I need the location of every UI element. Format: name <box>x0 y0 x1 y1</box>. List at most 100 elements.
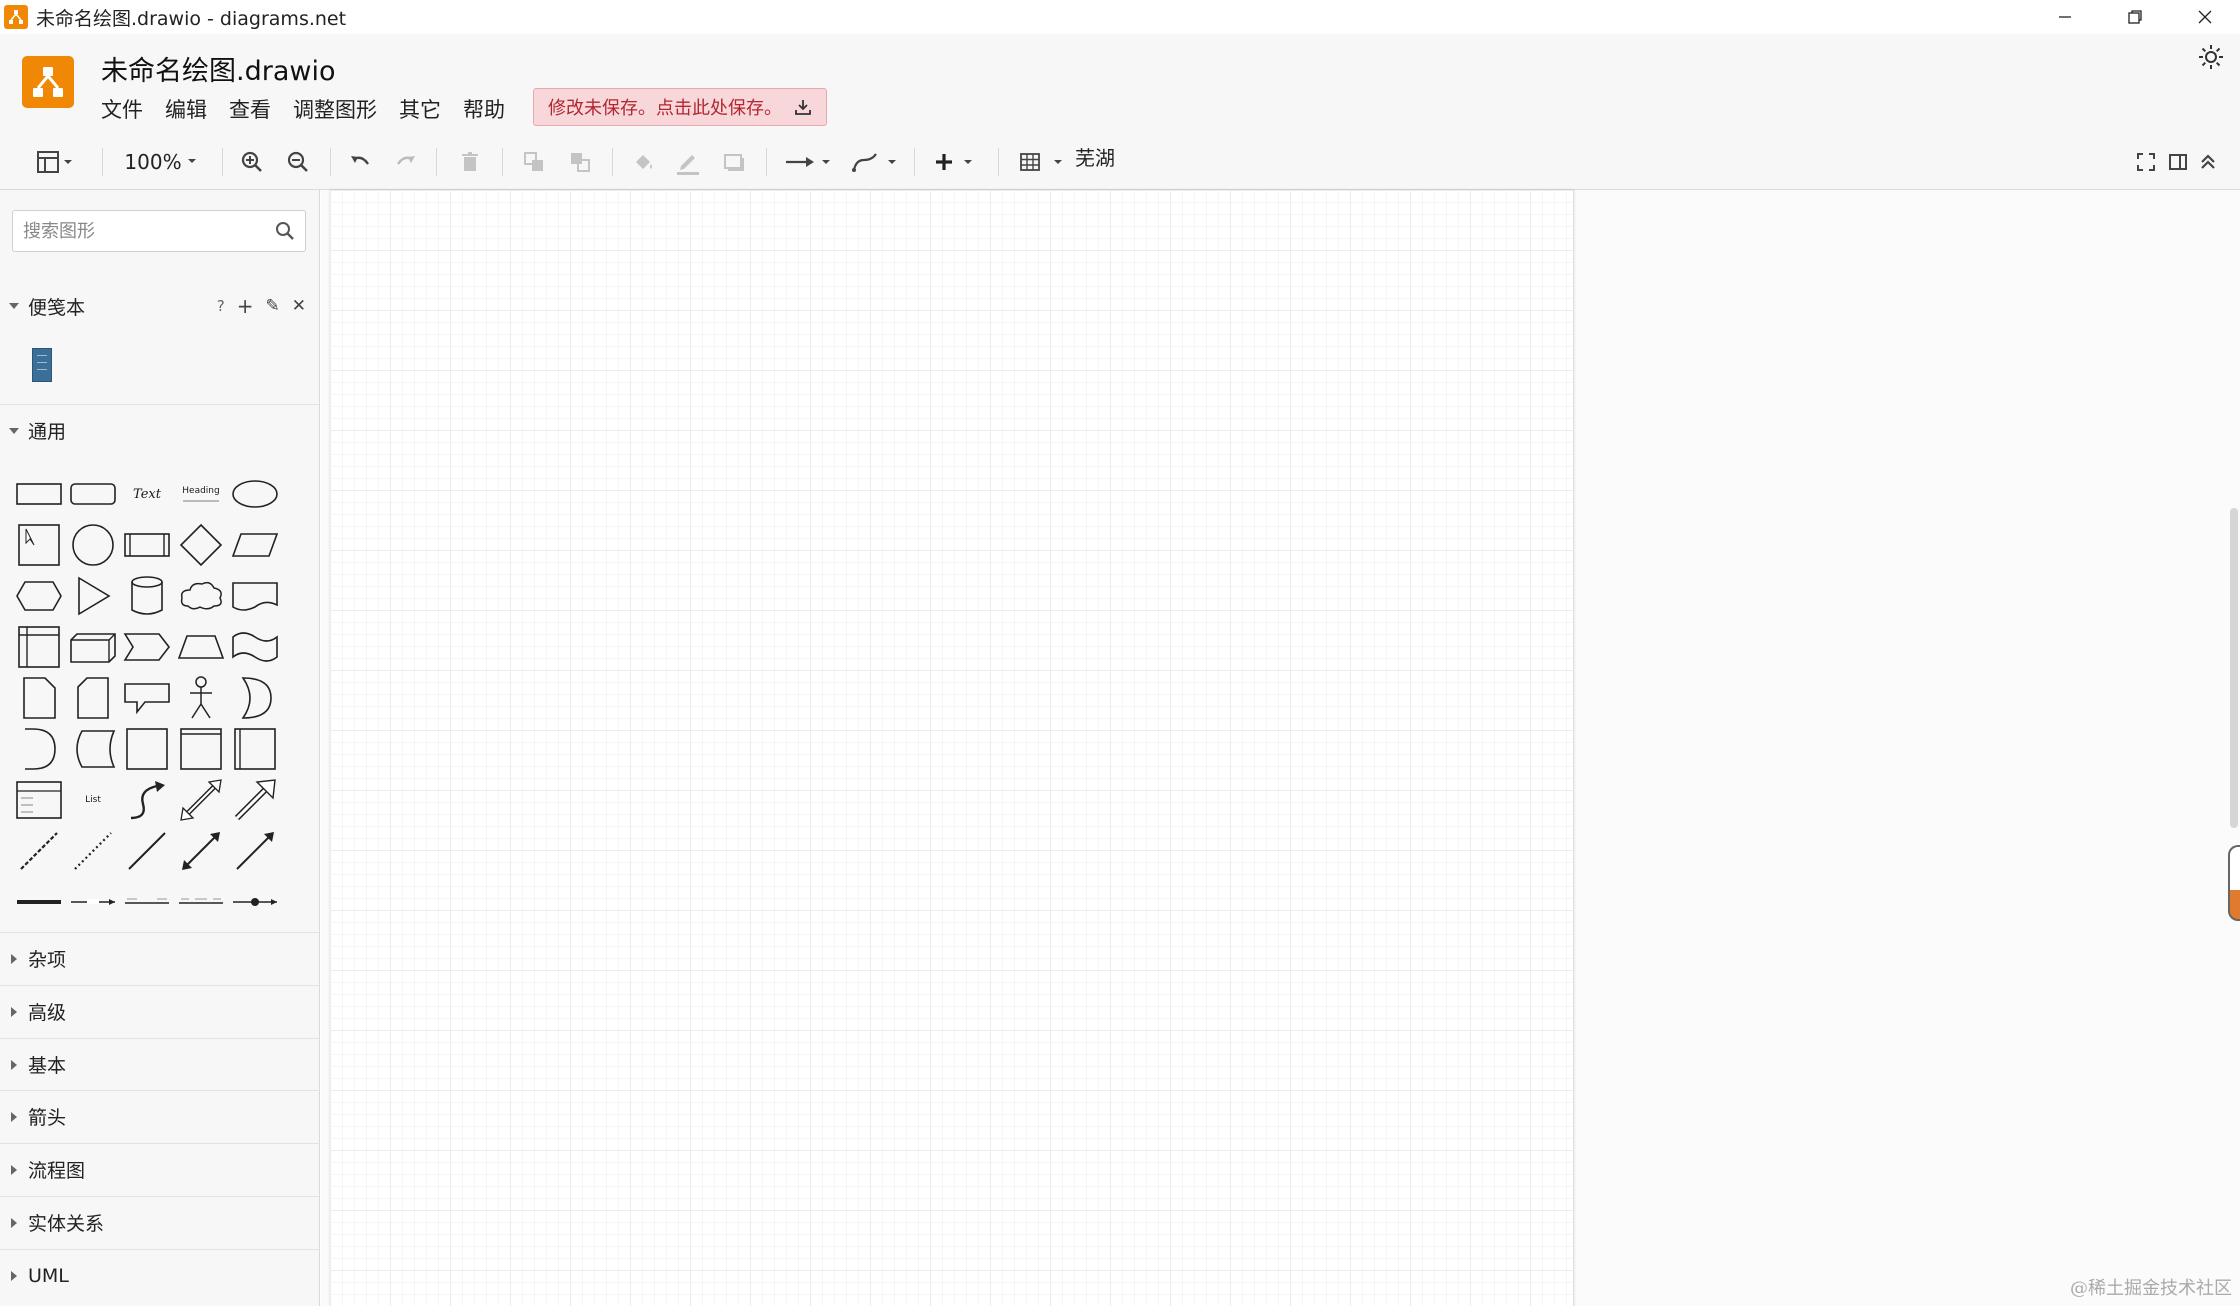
shape-search-box <box>12 210 306 252</box>
connector-with-symbol-shape[interactable] <box>230 878 280 926</box>
trapezoid-shape[interactable] <box>176 623 226 671</box>
document-title[interactable]: 未命名绘图.drawio <box>101 49 335 88</box>
zoom-out-button[interactable] <box>282 144 314 180</box>
ellipse-shape[interactable] <box>230 470 280 518</box>
connector-with-two-labels-shape[interactable] <box>122 878 172 926</box>
collapse-toolbar-button[interactable] <box>2194 144 2222 180</box>
bidirectional-arrow-shape[interactable] <box>176 776 226 824</box>
section-arrows[interactable]: 箭头 <box>0 1090 320 1142</box>
minimize-button[interactable] <box>2030 0 2100 34</box>
step-shape[interactable] <box>122 623 172 671</box>
close-window-button[interactable] <box>2170 0 2240 34</box>
to-back-button[interactable] <box>564 144 596 180</box>
triangle-shape[interactable] <box>68 572 118 620</box>
callout-shape[interactable] <box>122 674 172 722</box>
vertical-container-shape[interactable] <box>230 725 280 773</box>
section-advanced[interactable]: 高级 <box>0 985 320 1037</box>
cylinder-shape[interactable] <box>122 572 172 620</box>
container-shape[interactable] <box>122 725 172 773</box>
text-shape[interactable]: Text <box>122 470 172 518</box>
section-flowchart[interactable]: 流程图 <box>0 1143 320 1195</box>
table-button[interactable] <box>1014 144 1070 180</box>
curve-shape[interactable] <box>122 776 172 824</box>
and-shape[interactable] <box>14 725 64 773</box>
horizontal-container-shape[interactable] <box>176 725 226 773</box>
section-misc[interactable]: 杂项 <box>0 932 320 984</box>
dashed-line-shape[interactable] <box>14 827 64 875</box>
waypoints-button[interactable] <box>848 144 904 180</box>
save-warning-text: 修改未保存。点击此处保存。 <box>548 98 782 119</box>
scratchpad-close-button[interactable]: ✕ <box>292 296 306 316</box>
diagram-page[interactable] <box>330 190 1574 1306</box>
section-entity-relation[interactable]: 实体关系 <box>0 1196 320 1248</box>
zoom-in-button[interactable] <box>236 144 268 180</box>
parallelogram-shape[interactable] <box>230 521 280 569</box>
list-container-shape[interactable] <box>14 776 64 824</box>
arrow-shape[interactable] <box>230 776 280 824</box>
directional-connector-shape[interactable] <box>230 827 280 875</box>
section-basic[interactable]: 基本 <box>0 1038 320 1090</box>
data-storage-shape[interactable] <box>68 725 118 773</box>
view-panels-button[interactable] <box>28 144 84 180</box>
style-label: 芜湖 <box>1075 145 1115 170</box>
scratchpad-help-button[interactable]: ? <box>217 297 225 315</box>
section-uml[interactable]: UML <box>0 1249 320 1301</box>
theme-toggle-button[interactable] <box>2196 42 2226 72</box>
zoom-dropdown[interactable]: 100% <box>118 144 208 180</box>
scratchpad-header[interactable]: 便笺本 ? + ✎ ✕ <box>0 280 320 332</box>
fullscreen-button[interactable] <box>2132 144 2160 180</box>
cube-shape[interactable] <box>68 623 118 671</box>
connector-with-label-shape[interactable] <box>68 878 118 926</box>
restore-button[interactable] <box>2100 0 2170 34</box>
process-shape[interactable] <box>122 521 172 569</box>
line-color-button[interactable] <box>672 144 704 180</box>
scratchpad-edit-button[interactable]: ✎ <box>266 296 280 316</box>
menu-arrange[interactable]: 调整图形 <box>293 92 377 126</box>
line-shape[interactable] <box>122 827 172 875</box>
fullscreen-icon <box>2137 153 2155 171</box>
insert-button[interactable] <box>930 144 986 180</box>
delete-button[interactable] <box>454 144 486 180</box>
circle-shape[interactable] <box>68 521 118 569</box>
menu-extras[interactable]: 其它 <box>399 92 441 126</box>
dotted-line-shape[interactable] <box>68 827 118 875</box>
shape-search-input[interactable] <box>13 211 263 251</box>
bidirectional-connector-shape[interactable] <box>176 827 226 875</box>
vertical-scrollbar[interactable] <box>2230 508 2238 828</box>
fill-color-button[interactable] <box>628 144 660 180</box>
card-shape[interactable] <box>68 674 118 722</box>
note-shape[interactable] <box>14 674 64 722</box>
unsaved-changes-button[interactable]: 修改未保存。点击此处保存。 <box>533 88 827 126</box>
rounded-rectangle-shape[interactable] <box>68 470 118 518</box>
tape-shape[interactable] <box>230 623 280 671</box>
diamond-shape[interactable] <box>176 521 226 569</box>
connector-with-three-labels-shape[interactable] <box>176 878 226 926</box>
style-label-button[interactable]: 芜湖 <box>1070 142 1120 170</box>
scratchpad-add-button[interactable]: + <box>237 294 254 318</box>
heading-shape[interactable]: Heading <box>176 470 226 518</box>
scratchpad-item[interactable] <box>32 348 52 382</box>
list-shape[interactable]: List <box>68 776 118 824</box>
menu-edit[interactable]: 编辑 <box>165 92 207 126</box>
undo-button[interactable] <box>344 144 376 180</box>
document-shape[interactable] <box>230 572 280 620</box>
redo-button[interactable] <box>390 144 422 180</box>
link-shape[interactable] <box>14 878 64 926</box>
rectangle-shape[interactable] <box>14 470 64 518</box>
square-shape[interactable] <box>14 521 64 569</box>
internal-storage-shape[interactable] <box>14 623 64 671</box>
shadow-button[interactable] <box>718 144 750 180</box>
or-shape[interactable] <box>230 674 280 722</box>
connection-style-button[interactable] <box>782 144 838 180</box>
general-section-header[interactable]: 通用 <box>0 404 320 456</box>
cloud-shape[interactable] <box>176 572 226 620</box>
diagram-canvas-area[interactable]: @稀土掘金技术社区 <box>321 190 2240 1306</box>
hexagon-shape[interactable] <box>14 572 64 620</box>
format-panel-button[interactable] <box>2164 144 2192 180</box>
to-front-button[interactable] <box>518 144 550 180</box>
scroll-handle[interactable] <box>2228 845 2240 921</box>
menu-view[interactable]: 查看 <box>229 92 271 126</box>
actor-shape[interactable] <box>176 674 226 722</box>
menu-help[interactable]: 帮助 <box>463 92 505 126</box>
menu-file[interactable]: 文件 <box>101 92 143 126</box>
